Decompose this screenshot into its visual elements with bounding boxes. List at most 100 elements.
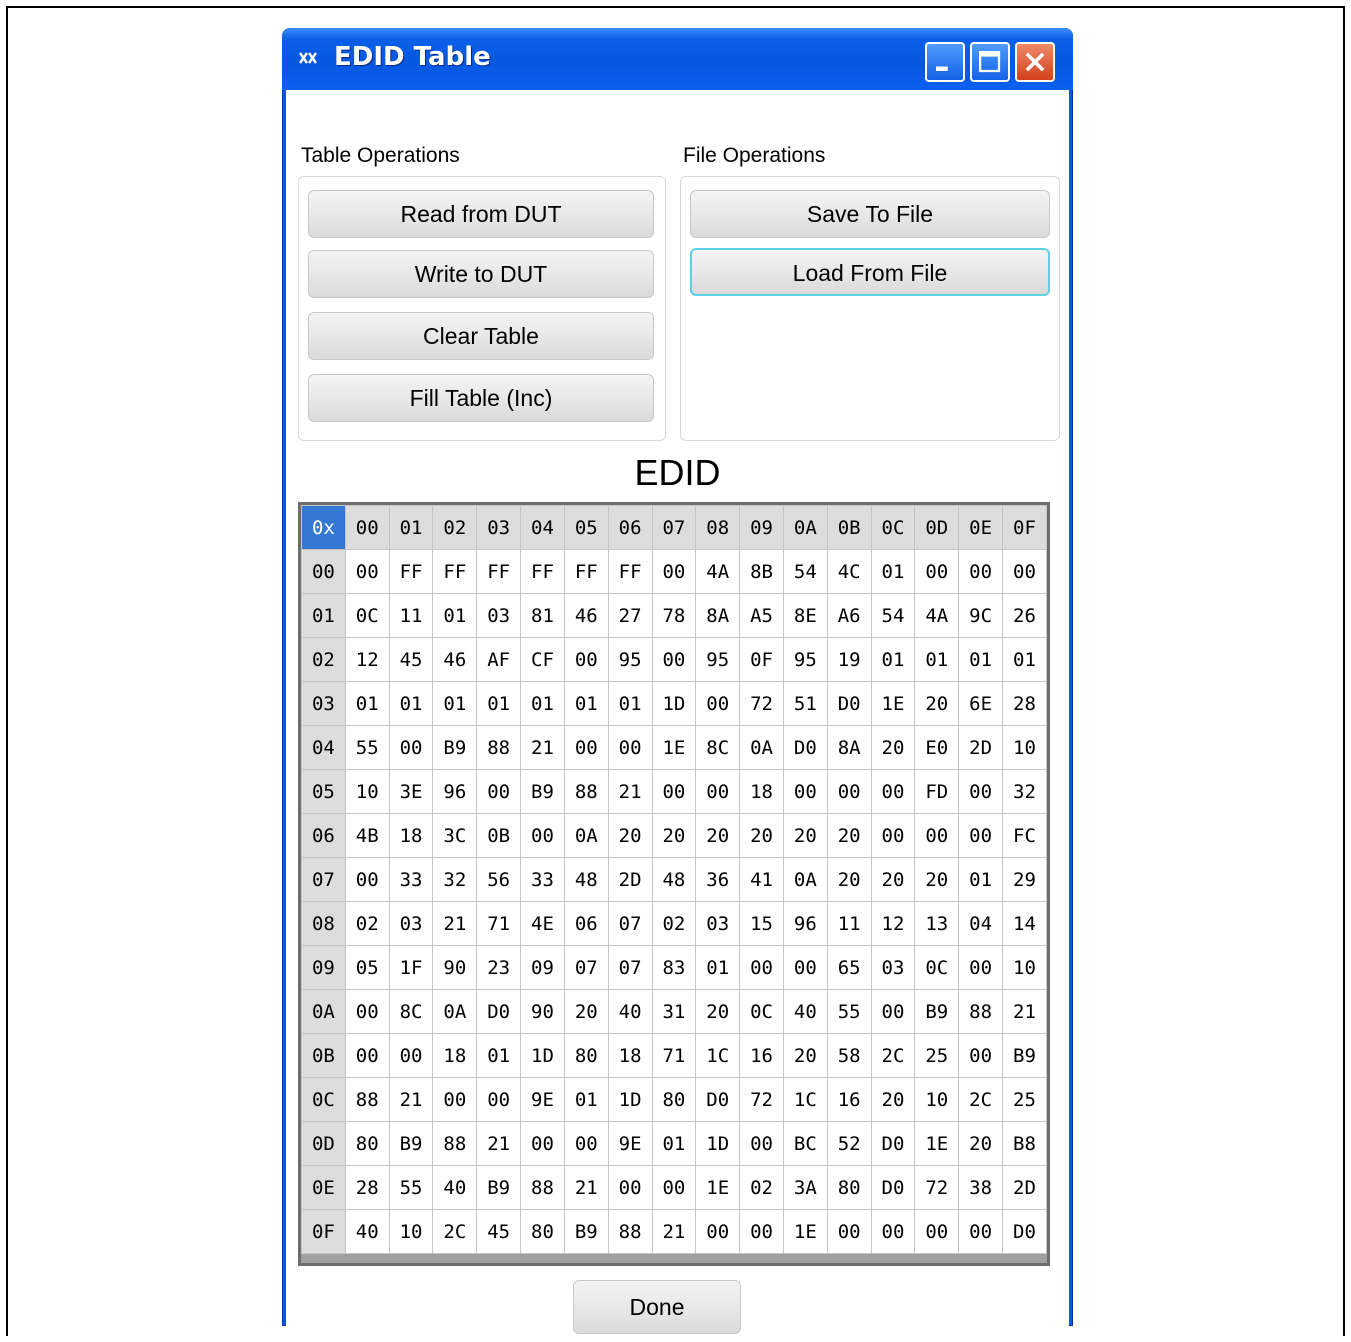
edid-cell[interactable]: 21	[432, 901, 478, 946]
row-header[interactable]: 0C	[301, 1077, 346, 1122]
edid-cell[interactable]: 88	[432, 1121, 478, 1166]
edid-cell[interactable]: 4A	[695, 549, 741, 594]
edid-cell[interactable]: 05	[344, 945, 390, 990]
corner-cell[interactable]: 0x	[301, 505, 346, 550]
edid-cell[interactable]: 19	[826, 637, 872, 682]
edid-cell[interactable]: 01	[651, 1121, 697, 1166]
edid-cell[interactable]: 16	[826, 1077, 872, 1122]
column-header[interactable]: 0F	[1002, 505, 1047, 550]
column-header[interactable]: 0E	[958, 505, 1003, 550]
edid-cell[interactable]: 80	[826, 1165, 872, 1210]
edid-cell[interactable]: 02	[344, 901, 390, 946]
edid-cell[interactable]: 21	[520, 725, 565, 770]
edid-cell[interactable]: 01	[958, 637, 1003, 682]
edid-cell[interactable]: 52	[826, 1121, 872, 1166]
edid-cell[interactable]: 0A	[782, 857, 828, 902]
edid-cell[interactable]: 0B	[476, 813, 522, 858]
edid-cell[interactable]: 03	[870, 945, 916, 990]
edid-cell[interactable]: 72	[914, 1165, 960, 1210]
edid-cell[interactable]: 18	[388, 813, 434, 858]
edid-cell[interactable]: 00	[344, 1033, 390, 1078]
edid-cell[interactable]: 18	[432, 1033, 478, 1078]
edid-cell[interactable]: 0A	[563, 813, 609, 858]
row-header[interactable]: 09	[301, 945, 346, 990]
edid-cell[interactable]: 18	[607, 1033, 653, 1078]
edid-cell[interactable]: 00	[695, 769, 741, 814]
edid-cell[interactable]: 28	[344, 1165, 390, 1210]
edid-cell[interactable]: 09	[520, 945, 565, 990]
column-header[interactable]: 02	[432, 505, 478, 550]
edid-cell[interactable]: 48	[651, 857, 697, 902]
edid-cell[interactable]: D0	[476, 989, 522, 1034]
edid-cell[interactable]: 88	[958, 989, 1003, 1034]
edid-cell[interactable]: 20	[782, 813, 828, 858]
edid-cell[interactable]: 01	[388, 681, 434, 726]
edid-cell[interactable]: 33	[520, 857, 565, 902]
edid-cell[interactable]: 8C	[388, 989, 434, 1034]
edid-cell[interactable]: 00	[476, 769, 522, 814]
edid-cell[interactable]: 1E	[914, 1121, 960, 1166]
edid-cell[interactable]: 4C	[826, 549, 872, 594]
edid-cell[interactable]: 55	[826, 989, 872, 1034]
edid-cell[interactable]: 72	[739, 1077, 784, 1122]
edid-cell[interactable]: 71	[651, 1033, 697, 1078]
row-header[interactable]: 05	[301, 769, 346, 814]
edid-cell[interactable]: A6	[826, 593, 872, 638]
edid-cell[interactable]: 58	[826, 1033, 872, 1078]
edid-cell[interactable]: 11	[826, 901, 872, 946]
edid-cell[interactable]: 95	[782, 637, 828, 682]
edid-cell[interactable]: 4B	[344, 813, 390, 858]
edid-cell[interactable]: D0	[826, 681, 872, 726]
edid-cell[interactable]: 95	[695, 637, 741, 682]
edid-cell[interactable]: 20	[563, 989, 609, 1034]
column-header[interactable]: 07	[651, 505, 697, 550]
edid-cell[interactable]: 2D	[958, 725, 1003, 770]
edid-cell[interactable]: 00	[958, 1209, 1003, 1254]
edid-cell[interactable]: 4A	[914, 593, 960, 638]
edid-cell[interactable]: 11	[388, 593, 434, 638]
edid-cell[interactable]: 00	[958, 1033, 1003, 1078]
edid-cell[interactable]: 10	[1002, 945, 1047, 990]
edid-cell[interactable]: 0C	[344, 593, 390, 638]
edid-cell[interactable]: 01	[607, 681, 653, 726]
edid-cell[interactable]: 20	[607, 813, 653, 858]
edid-cell[interactable]: 01	[870, 637, 916, 682]
edid-cell[interactable]: 00	[344, 989, 390, 1034]
edid-cell[interactable]: 29	[1002, 857, 1047, 902]
edid-cell[interactable]: 45	[388, 637, 434, 682]
edid-cell[interactable]: 01	[476, 681, 522, 726]
edid-cell[interactable]: 06	[563, 901, 609, 946]
edid-cell[interactable]: 2D	[1002, 1165, 1047, 1210]
edid-cell[interactable]: B8	[1002, 1121, 1047, 1166]
edid-cell[interactable]: 20	[695, 813, 741, 858]
edid-cell[interactable]: 40	[607, 989, 653, 1034]
edid-cell[interactable]: 00	[1002, 549, 1047, 594]
edid-cell[interactable]: 20	[826, 857, 872, 902]
edid-cell[interactable]: 72	[739, 681, 784, 726]
edid-cell[interactable]: 00	[914, 1209, 960, 1254]
write-to-dut-button[interactable]: Write to DUT	[308, 250, 654, 298]
edid-cell[interactable]: D0	[695, 1077, 741, 1122]
edid-cell[interactable]: 00	[782, 945, 828, 990]
edid-cell[interactable]: 1E	[695, 1165, 741, 1210]
edid-cell[interactable]: 00	[476, 1077, 522, 1122]
edid-cell[interactable]: 31	[651, 989, 697, 1034]
edid-cell[interactable]: B9	[563, 1209, 609, 1254]
edid-cell[interactable]: 01	[914, 637, 960, 682]
edid-cell[interactable]: 4E	[520, 901, 565, 946]
edid-cell[interactable]: 01	[563, 1077, 609, 1122]
edid-cell[interactable]: 9E	[520, 1077, 565, 1122]
edid-cell[interactable]: 00	[432, 1077, 478, 1122]
edid-cell[interactable]: 00	[520, 813, 565, 858]
edid-cell[interactable]: 20	[870, 725, 916, 770]
edid-cell[interactable]: 88	[520, 1165, 565, 1210]
edid-cell[interactable]: 00	[870, 813, 916, 858]
edid-cell[interactable]: 55	[388, 1165, 434, 1210]
edid-cell[interactable]: 71	[476, 901, 522, 946]
edid-cell[interactable]: 00	[388, 725, 434, 770]
edid-cell[interactable]: B9	[476, 1165, 522, 1210]
edid-cell[interactable]: 14	[1002, 901, 1047, 946]
edid-cell[interactable]: 00	[914, 813, 960, 858]
edid-cell[interactable]: 00	[958, 549, 1003, 594]
column-header[interactable]: 03	[476, 505, 522, 550]
